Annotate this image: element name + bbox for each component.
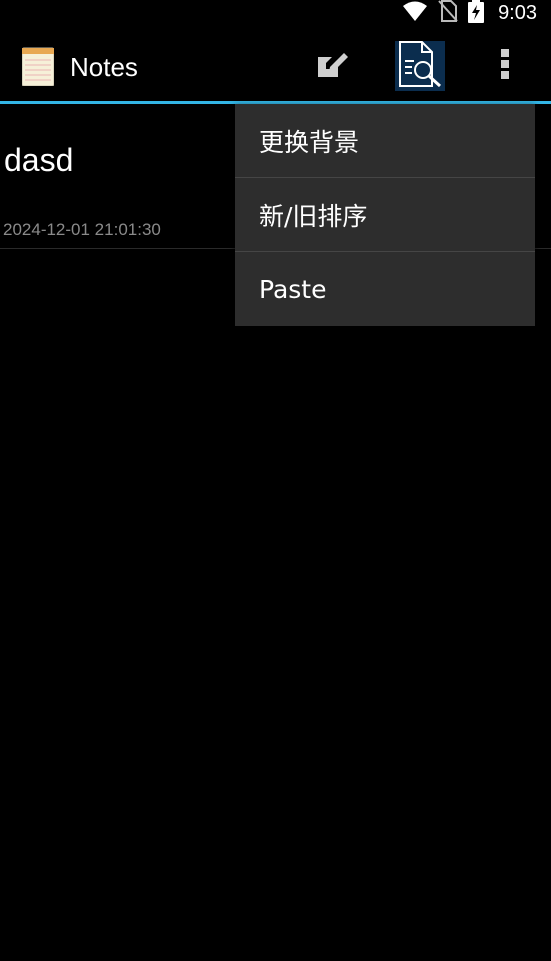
battery-charging-icon: [468, 0, 485, 27]
note-title: dasd: [4, 142, 74, 178]
status-icons: 9:03: [402, 0, 537, 26]
overflow-popup-menu: 更换背景 新/旧排序 Paste: [235, 104, 535, 326]
search-note-icon: [398, 41, 442, 91]
app-title: Notes: [70, 52, 138, 82]
menu-item-paste[interactable]: Paste: [235, 252, 535, 326]
wifi-icon: [402, 1, 428, 25]
status-bar: 9:03: [0, 0, 551, 28]
menu-item-change-background[interactable]: 更换背景: [235, 104, 535, 178]
status-time: 9:03: [498, 1, 537, 24]
no-sim-icon: [438, 0, 458, 26]
search-note-button[interactable]: [395, 41, 445, 91]
new-note-button[interactable]: [308, 41, 358, 91]
notes-screen: 9:03 Notes dasd 2024-12-01 21:01:30 更换背景…: [0, 0, 551, 961]
overflow-menu-icon: [500, 48, 510, 84]
new-note-icon: [316, 49, 350, 83]
action-bar: Notes: [0, 30, 551, 104]
overflow-menu-button[interactable]: [482, 41, 528, 91]
notepad-icon[interactable]: [21, 46, 55, 87]
note-date: 2024-12-01 21:01:30: [3, 220, 161, 239]
menu-item-sort-order[interactable]: 新/旧排序: [235, 178, 535, 252]
